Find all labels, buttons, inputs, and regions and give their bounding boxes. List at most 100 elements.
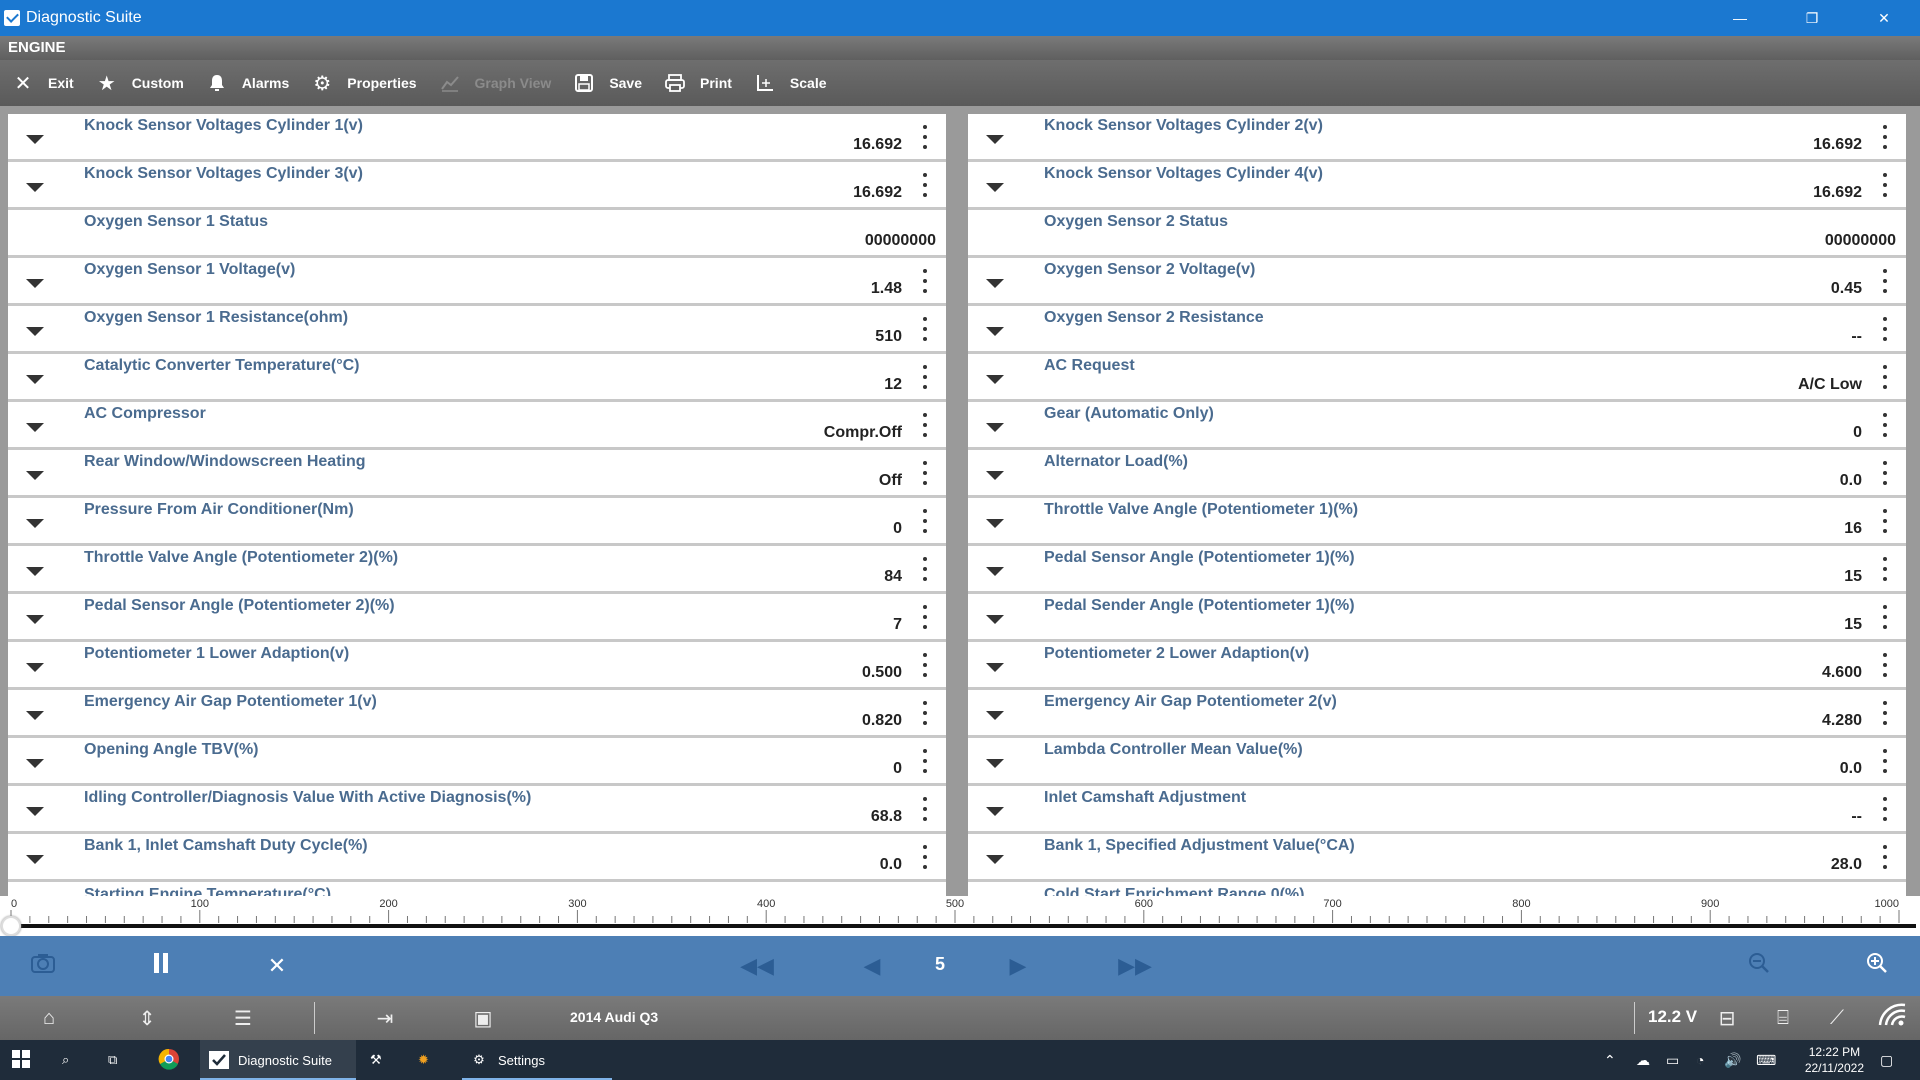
chevron-down-icon[interactable]: [22, 800, 48, 822]
snapshot-button[interactable]: [28, 950, 58, 982]
more-options-icon[interactable]: [922, 269, 928, 293]
timeline-track[interactable]: [10, 924, 1916, 928]
chevron-down-icon[interactable]: [982, 128, 1008, 150]
taskbar-app-gear[interactable]: ✹: [418, 1040, 440, 1080]
print-button[interactable]: Print: [664, 72, 732, 94]
more-options-icon[interactable]: [922, 605, 928, 629]
chevron-down-icon[interactable]: [22, 176, 48, 198]
more-options-icon[interactable]: [1882, 413, 1888, 437]
tray-volume[interactable]: 🔊: [1724, 1040, 1741, 1080]
wireless-button[interactable]: [1878, 1003, 1908, 1032]
taskbar-app-settings[interactable]: ⚙ Settings: [462, 1040, 612, 1080]
parameter-row[interactable]: AC Request A/C Low: [968, 354, 1906, 402]
parameter-row[interactable]: Pressure From Air Conditioner(Nm) 0: [8, 498, 946, 546]
parameter-row[interactable]: Bank 1, Specified Adjustment Value(°CA) 2…: [968, 834, 1906, 882]
stop-button[interactable]: ✕: [262, 950, 292, 982]
scale-button[interactable]: Scale: [754, 72, 827, 94]
more-options-icon[interactable]: [1882, 701, 1888, 725]
more-options-icon[interactable]: [1882, 461, 1888, 485]
custom-button[interactable]: ★ Custom: [96, 72, 184, 95]
save-button[interactable]: Save: [573, 72, 642, 94]
chrome-button[interactable]: [158, 1040, 184, 1080]
signal-button[interactable]: ⟋: [1822, 1004, 1852, 1032]
next-button[interactable]: ▶: [1006, 950, 1030, 982]
parameter-row[interactable]: Emergency Air Gap Potentiometer 1(v) 0.82…: [8, 690, 946, 738]
chevron-down-icon[interactable]: [22, 320, 48, 342]
chevron-down-icon[interactable]: [982, 848, 1008, 870]
start-button[interactable]: [12, 1040, 36, 1080]
system-clock[interactable]: 12:22 PM 22/11/2022: [1805, 1044, 1864, 1076]
collapse-all-button[interactable]: ☰: [228, 1004, 258, 1032]
parameter-row[interactable]: Oxygen Sensor 2 Resistance --: [968, 306, 1906, 354]
more-options-icon[interactable]: [1882, 173, 1888, 197]
more-options-icon[interactable]: [1882, 269, 1888, 293]
more-options-icon[interactable]: [922, 557, 928, 581]
expand-all-button[interactable]: ⇕: [132, 1004, 162, 1032]
graph-view-button[interactable]: Graph View: [439, 72, 551, 94]
more-options-icon[interactable]: [1882, 653, 1888, 677]
tray-onedrive[interactable]: ☁: [1636, 1040, 1650, 1080]
tray-network[interactable]: ◔: [1696, 1040, 1704, 1080]
vci-button[interactable]: ⊟: [1712, 1004, 1742, 1032]
fast-forward-button[interactable]: ▶▶: [1118, 950, 1152, 982]
parameter-row[interactable]: Oxygen Sensor 2 Status 00000000: [968, 210, 1906, 258]
taskbar-app-diagnostic-suite[interactable]: Diagnostic Suite: [200, 1040, 356, 1080]
more-options-icon[interactable]: [922, 365, 928, 389]
parameter-row[interactable]: Catalytic Converter Temperature(°C) 12: [8, 354, 946, 402]
obd-button[interactable]: ⌸: [1768, 1004, 1798, 1032]
chevron-down-icon[interactable]: [982, 272, 1008, 294]
chevron-down-icon[interactable]: [982, 704, 1008, 726]
chevron-down-icon[interactable]: [22, 608, 48, 630]
taskbar-app-tool[interactable]: ⚒: [370, 1040, 392, 1080]
restore-button[interactable]: ❐: [1776, 0, 1848, 36]
more-options-icon[interactable]: [922, 749, 928, 773]
close-window-button[interactable]: ✕: [1848, 0, 1920, 36]
folder-button[interactable]: ▣: [468, 1004, 498, 1032]
chevron-down-icon[interactable]: [982, 176, 1008, 198]
parameter-row[interactable]: Knock Sensor Voltages Cylinder 2(v) 16.69…: [968, 114, 1906, 162]
parameter-row[interactable]: Pedal Sender Angle (Potentiometer 1)(%) 1…: [968, 594, 1906, 642]
zoom-in-button[interactable]: [1862, 950, 1892, 982]
chevron-down-icon[interactable]: [22, 128, 48, 150]
previous-button[interactable]: ◀: [860, 950, 884, 982]
chevron-down-icon[interactable]: [22, 416, 48, 438]
more-options-icon[interactable]: [1882, 509, 1888, 533]
parameter-row[interactable]: Bank 1, Inlet Camshaft Duty Cycle(%) 0.0: [8, 834, 946, 882]
parameter-row[interactable]: Oxygen Sensor 1 Resistance(ohm) 510: [8, 306, 946, 354]
chevron-down-icon[interactable]: [22, 512, 48, 534]
chevron-down-icon[interactable]: [22, 464, 48, 486]
chevron-down-icon[interactable]: [22, 752, 48, 774]
more-options-icon[interactable]: [922, 701, 928, 725]
more-options-icon[interactable]: [922, 461, 928, 485]
more-options-icon[interactable]: [1882, 125, 1888, 149]
chevron-down-icon[interactable]: [22, 368, 48, 390]
chevron-down-icon[interactable]: [982, 752, 1008, 774]
chevron-down-icon[interactable]: [22, 560, 48, 582]
parameter-row[interactable]: Pedal Sensor Angle (Potentiometer 2)(%) 7: [8, 594, 946, 642]
parameter-row[interactable]: Throttle Valve Angle (Potentiometer 1)(%…: [968, 498, 1906, 546]
import-button[interactable]: ⇥: [370, 1004, 400, 1032]
parameter-row[interactable]: Rear Window/Windowscreen Heating Off: [8, 450, 946, 498]
home-button[interactable]: ⌂: [34, 1004, 64, 1032]
parameter-row[interactable]: Idling Controller/Diagnosis Value With A…: [8, 786, 946, 834]
parameter-row[interactable]: Throttle Valve Angle (Potentiometer 2)(%…: [8, 546, 946, 594]
chevron-down-icon[interactable]: [22, 704, 48, 726]
chevron-down-icon[interactable]: [982, 464, 1008, 486]
parameter-row[interactable]: Knock Sensor Voltages Cylinder 1(v) 16.69…: [8, 114, 946, 162]
more-options-icon[interactable]: [922, 413, 928, 437]
parameter-row[interactable]: Oxygen Sensor 1 Status 00000000: [8, 210, 946, 258]
timeline-scale[interactable]: 0 100 200 300 400 500 600 700 800 900 1000: [0, 896, 1920, 936]
more-options-icon[interactable]: [922, 125, 928, 149]
more-options-icon[interactable]: [922, 509, 928, 533]
more-options-icon[interactable]: [1882, 557, 1888, 581]
parameter-row[interactable]: Oxygen Sensor 2 Voltage(v) 0.45: [968, 258, 1906, 306]
parameter-row[interactable]: Starting Engine Temperature(°C): [8, 882, 946, 896]
tray-keyboard[interactable]: ⌨: [1756, 1040, 1776, 1080]
more-options-icon[interactable]: [922, 845, 928, 869]
search-button[interactable]: ⌕: [62, 1040, 84, 1080]
parameter-row[interactable]: Pedal Sensor Angle (Potentiometer 1)(%) 1…: [968, 546, 1906, 594]
tray-overflow[interactable]: ⌃: [1604, 1040, 1616, 1080]
chevron-down-icon[interactable]: [22, 848, 48, 870]
notifications-button[interactable]: ▢: [1880, 1040, 1893, 1080]
properties-button[interactable]: ⚙ Properties: [311, 72, 416, 95]
